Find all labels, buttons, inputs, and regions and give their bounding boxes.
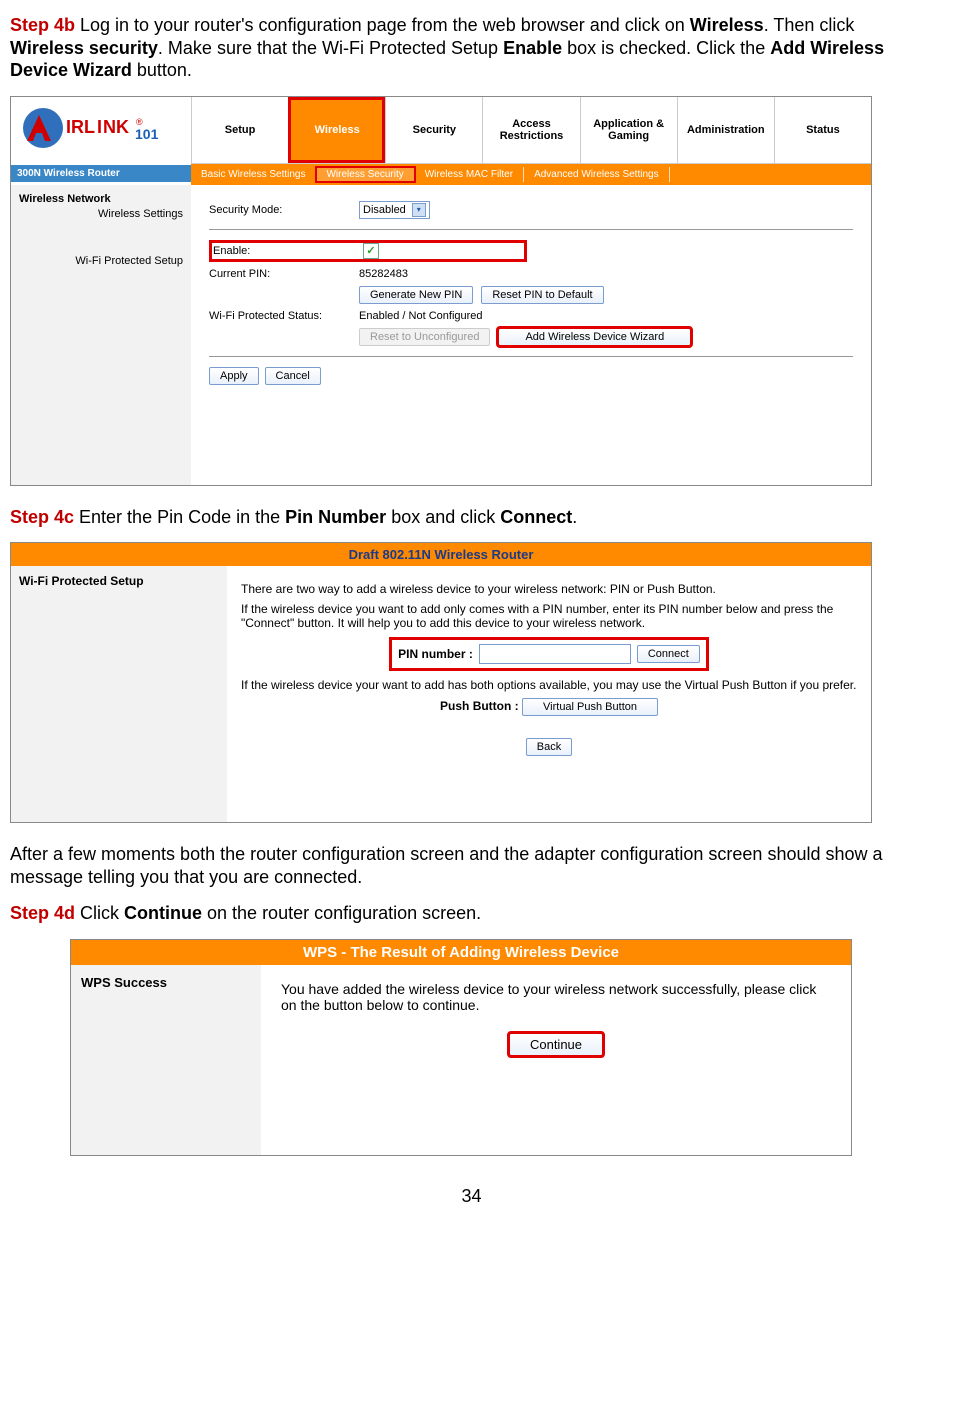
reset-pin-default-button[interactable]: Reset PIN to Default (481, 286, 603, 304)
side-column: Wireless Network Wireless Settings Wi-Fi… (11, 185, 191, 485)
shot3-p1: You have added the wireless device to yo… (281, 981, 831, 1013)
main-tabs: Setup Wireless Security Access Restricti… (191, 97, 871, 164)
pin-number-label: PIN number : (398, 647, 473, 661)
enable-label: Enable: (213, 245, 363, 257)
shot2-left-label: Wi-Fi Protected Setup (11, 566, 227, 822)
side-item-wireless-settings: Wireless Settings (19, 208, 183, 220)
tab-wireless[interactable]: Wireless (288, 97, 385, 163)
current-pin-value: 85282483 (359, 268, 408, 280)
chevron-down-icon: ▾ (412, 203, 426, 217)
shot2-p2: If the wireless device you want to add o… (241, 602, 857, 630)
shot2-header: Draft 802.11N Wireless Router (11, 543, 871, 566)
step4b-label: Step 4b (10, 15, 75, 35)
step4b-paragraph: Step 4b Log in to your router's configur… (10, 14, 933, 82)
step4d-paragraph: Step 4d Click Continue on the router con… (10, 902, 933, 925)
sub-tabs: Basic Wireless Settings Wireless Securit… (191, 164, 871, 185)
tab-administration[interactable]: Administration (677, 97, 774, 163)
generate-new-pin-button[interactable]: Generate New PIN (359, 286, 473, 304)
wps-status-value: Enabled / Not Configured (359, 310, 483, 322)
apply-button[interactable]: Apply (209, 367, 259, 385)
security-mode-select[interactable]: Disabled ▾ (359, 201, 430, 219)
continue-button[interactable]: Continue (509, 1033, 603, 1056)
wps-status-label: Wi-Fi Protected Status: (209, 310, 359, 322)
wps-add-device-screenshot: Draft 802.11N Wireless Router Wi-Fi Prot… (10, 542, 872, 823)
page-number: 34 (10, 1186, 933, 1207)
shot3-left-label: WPS Success (71, 965, 261, 1155)
pin-entry-group: PIN number : Connect (392, 640, 706, 668)
side-item-wps: Wi-Fi Protected Setup (19, 255, 183, 267)
virtual-push-button[interactable]: Virtual Push Button (522, 698, 658, 716)
security-mode-label: Security Mode: (209, 204, 359, 216)
shot2-p1: There are two way to add a wireless devi… (241, 582, 857, 596)
subtab-mac-filter[interactable]: Wireless MAC Filter (415, 167, 524, 182)
subtab-basic[interactable]: Basic Wireless Settings (191, 167, 316, 182)
current-pin-label: Current PIN: (209, 268, 359, 280)
tab-setup[interactable]: Setup (191, 97, 288, 163)
subtab-wireless-security[interactable]: Wireless Security (316, 167, 414, 182)
wps-result-screenshot: WPS - The Result of Adding Wireless Devi… (70, 939, 852, 1156)
step4c-label: Step 4c (10, 507, 74, 527)
enable-checkbox[interactable]: ✓ (363, 243, 379, 259)
push-button-label: Push Button : (440, 699, 519, 713)
svg-text:NK: NK (103, 117, 129, 137)
tab-security[interactable]: Security (385, 97, 482, 163)
shot2-p3: If the wireless device your want to add … (241, 678, 857, 692)
back-button[interactable]: Back (526, 738, 572, 756)
add-wireless-device-wizard-button[interactable]: Add Wireless Device Wizard (498, 328, 691, 346)
pin-number-input[interactable] (479, 644, 631, 664)
svg-text:I: I (97, 117, 102, 137)
svg-text:RL: RL (71, 117, 95, 137)
tab-status[interactable]: Status (774, 97, 871, 163)
step4d-label: Step 4d (10, 903, 75, 923)
router-settings-screenshot: I RL I NK ® 101 300N Wireless Router Set… (10, 96, 872, 486)
svg-text:101: 101 (135, 126, 159, 142)
model-label: 300N Wireless Router (11, 165, 191, 182)
after-text: After a few moments both the router conf… (10, 843, 933, 888)
reset-unconfigured-button[interactable]: Reset to Unconfigured (359, 328, 490, 346)
settings-main: Security Mode: Disabled ▾ Enable: ✓ Curr… (191, 185, 871, 485)
tab-access-restrictions[interactable]: Access Restrictions (482, 97, 579, 163)
step4c-paragraph: Step 4c Enter the Pin Code in the Pin Nu… (10, 506, 933, 529)
side-heading-wireless-network: Wireless Network (19, 193, 183, 205)
connect-button[interactable]: Connect (637, 645, 700, 663)
shot3-header: WPS - The Result of Adding Wireless Devi… (71, 940, 851, 965)
cancel-button[interactable]: Cancel (265, 367, 321, 385)
subtab-advanced[interactable]: Advanced Wireless Settings (524, 167, 670, 182)
tab-application-gaming[interactable]: Application & Gaming (580, 97, 677, 163)
airlink-logo: I RL I NK ® 101 (11, 97, 191, 165)
